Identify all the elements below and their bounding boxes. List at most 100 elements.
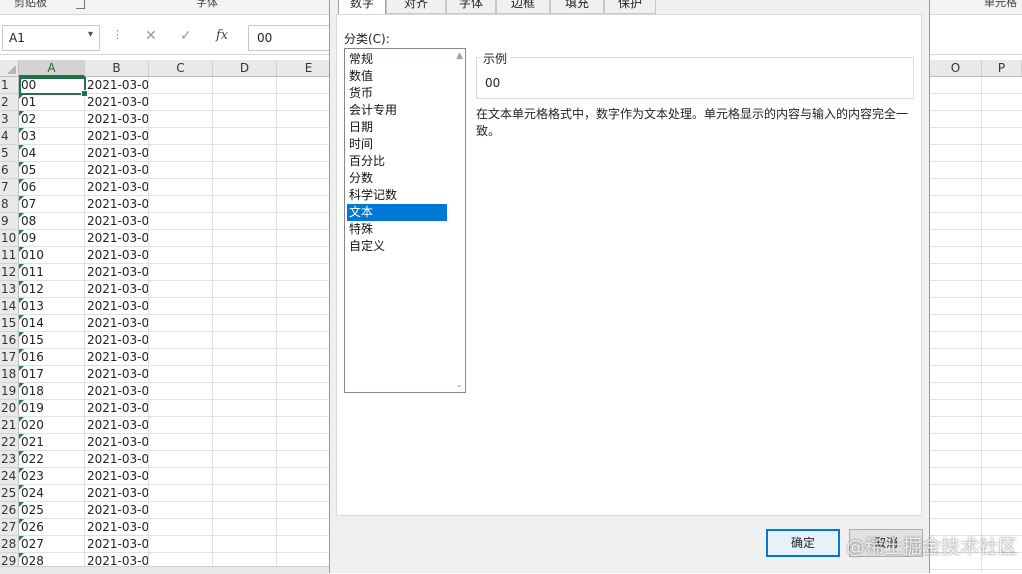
cell-c[interactable]	[149, 77, 213, 94]
row-header[interactable]: 2	[0, 94, 19, 111]
category-item[interactable]: 特殊	[347, 221, 447, 238]
ok-button[interactable]: 确定	[766, 529, 840, 557]
tab-border[interactable]: 边框	[496, 0, 550, 14]
column-header-o[interactable]: O	[930, 60, 982, 77]
name-box[interactable]: A1 ▾	[2, 25, 100, 51]
category-item[interactable]: 文本	[347, 204, 447, 221]
cell-d[interactable]	[213, 298, 277, 315]
cell-b[interactable]: 2021-03-03	[85, 502, 149, 519]
scroll-down-icon[interactable]: ⌄	[455, 380, 463, 390]
cell-e[interactable]	[277, 315, 330, 332]
category-item[interactable]: 数值	[347, 68, 447, 85]
cell-a[interactable]: 09	[19, 230, 85, 247]
cell-b[interactable]: 2021-03-03	[85, 230, 149, 247]
cell-b[interactable]: 2021-03-03	[85, 281, 149, 298]
cell-b[interactable]: 2021-03-03	[85, 196, 149, 213]
cell-c[interactable]	[149, 502, 213, 519]
cell-d[interactable]	[213, 111, 277, 128]
cell-c[interactable]	[149, 468, 213, 485]
cell-c[interactable]	[149, 383, 213, 400]
cell-a[interactable]: 021	[19, 434, 85, 451]
cell-d[interactable]	[213, 77, 277, 94]
category-item[interactable]: 科学记数	[347, 187, 447, 204]
cell-d[interactable]	[213, 145, 277, 162]
cell-a[interactable]: 023	[19, 468, 85, 485]
cell-b[interactable]: 2021-03-03	[85, 111, 149, 128]
cell-d[interactable]	[213, 536, 277, 553]
row-header[interactable]: 13	[0, 281, 19, 298]
cell-c[interactable]	[149, 179, 213, 196]
cell-a[interactable]: 015	[19, 332, 85, 349]
cell-e[interactable]	[277, 468, 330, 485]
cell-c[interactable]	[149, 94, 213, 111]
tab-protection[interactable]: 保护	[604, 0, 656, 14]
cell-c[interactable]	[149, 247, 213, 264]
cell-e[interactable]	[277, 213, 330, 230]
cell-a[interactable]: 014	[19, 315, 85, 332]
cell-b[interactable]: 2021-03-03	[85, 94, 149, 111]
cell-e[interactable]	[277, 264, 330, 281]
cell-d[interactable]	[213, 349, 277, 366]
cell-b[interactable]: 2021-03-03	[85, 485, 149, 502]
category-item[interactable]: 自定义	[347, 238, 447, 255]
cell-b[interactable]: 2021-03-03	[85, 332, 149, 349]
cell-a[interactable]: 05	[19, 162, 85, 179]
row-header[interactable]: 17	[0, 349, 19, 366]
row-header[interactable]: 1	[0, 77, 19, 94]
cell-d[interactable]	[213, 485, 277, 502]
row-header[interactable]: 21	[0, 417, 19, 434]
row-header[interactable]: 20	[0, 400, 19, 417]
cell-a[interactable]: 018	[19, 383, 85, 400]
select-all-button[interactable]	[0, 60, 19, 77]
cell-e[interactable]	[277, 179, 330, 196]
column-header-d[interactable]: D	[213, 60, 277, 77]
row-header[interactable]: 23	[0, 451, 19, 468]
cell-e[interactable]	[277, 434, 330, 451]
row-header[interactable]: 15	[0, 315, 19, 332]
cell-e[interactable]	[277, 349, 330, 366]
cell-b[interactable]: 2021-03-03	[85, 77, 149, 94]
cell-a[interactable]: 06	[19, 179, 85, 196]
cell-a[interactable]: 011	[19, 264, 85, 281]
column-header-c[interactable]: C	[149, 60, 213, 77]
cell-e[interactable]	[277, 383, 330, 400]
row-header[interactable]: 9	[0, 213, 19, 230]
cell-c[interactable]	[149, 349, 213, 366]
cell-c[interactable]	[149, 128, 213, 145]
cell-d[interactable]	[213, 196, 277, 213]
cell-d[interactable]	[213, 366, 277, 383]
cell-b[interactable]: 2021-03-03	[85, 145, 149, 162]
cell-e[interactable]	[277, 536, 330, 553]
category-item[interactable]: 分数	[347, 170, 447, 187]
category-item[interactable]: 会计专用	[347, 102, 447, 119]
cell-e[interactable]	[277, 519, 330, 536]
cell-b[interactable]: 2021-03-03	[85, 366, 149, 383]
cell-e[interactable]	[277, 145, 330, 162]
cell-a[interactable]: 016	[19, 349, 85, 366]
cell-e[interactable]	[277, 162, 330, 179]
insert-function-icon[interactable]: fx	[216, 28, 228, 43]
cell-e[interactable]	[277, 451, 330, 468]
cell-d[interactable]	[213, 179, 277, 196]
cell-d[interactable]	[213, 213, 277, 230]
tab-alignment[interactable]: 对齐	[386, 0, 446, 14]
cell-d[interactable]	[213, 332, 277, 349]
cell-e[interactable]	[277, 247, 330, 264]
cell-c[interactable]	[149, 298, 213, 315]
column-header-p[interactable]: P	[982, 60, 1022, 77]
cell-c[interactable]	[149, 145, 213, 162]
cell-b[interactable]: 2021-03-03	[85, 162, 149, 179]
cell-a[interactable]: 017	[19, 366, 85, 383]
row-header[interactable]: 6	[0, 162, 19, 179]
cell-c[interactable]	[149, 281, 213, 298]
cell-b[interactable]: 2021-03-03	[85, 536, 149, 553]
cell-b[interactable]: 2021-03-03	[85, 349, 149, 366]
cell-b[interactable]: 2021-03-03	[85, 383, 149, 400]
enter-icon[interactable]: ✓	[180, 28, 192, 44]
row-header[interactable]: 28	[0, 536, 19, 553]
row-header[interactable]: 18	[0, 366, 19, 383]
cell-e[interactable]	[277, 196, 330, 213]
cell-b[interactable]: 2021-03-03	[85, 264, 149, 281]
cell-a[interactable]: 04	[19, 145, 85, 162]
cell-c[interactable]	[149, 111, 213, 128]
